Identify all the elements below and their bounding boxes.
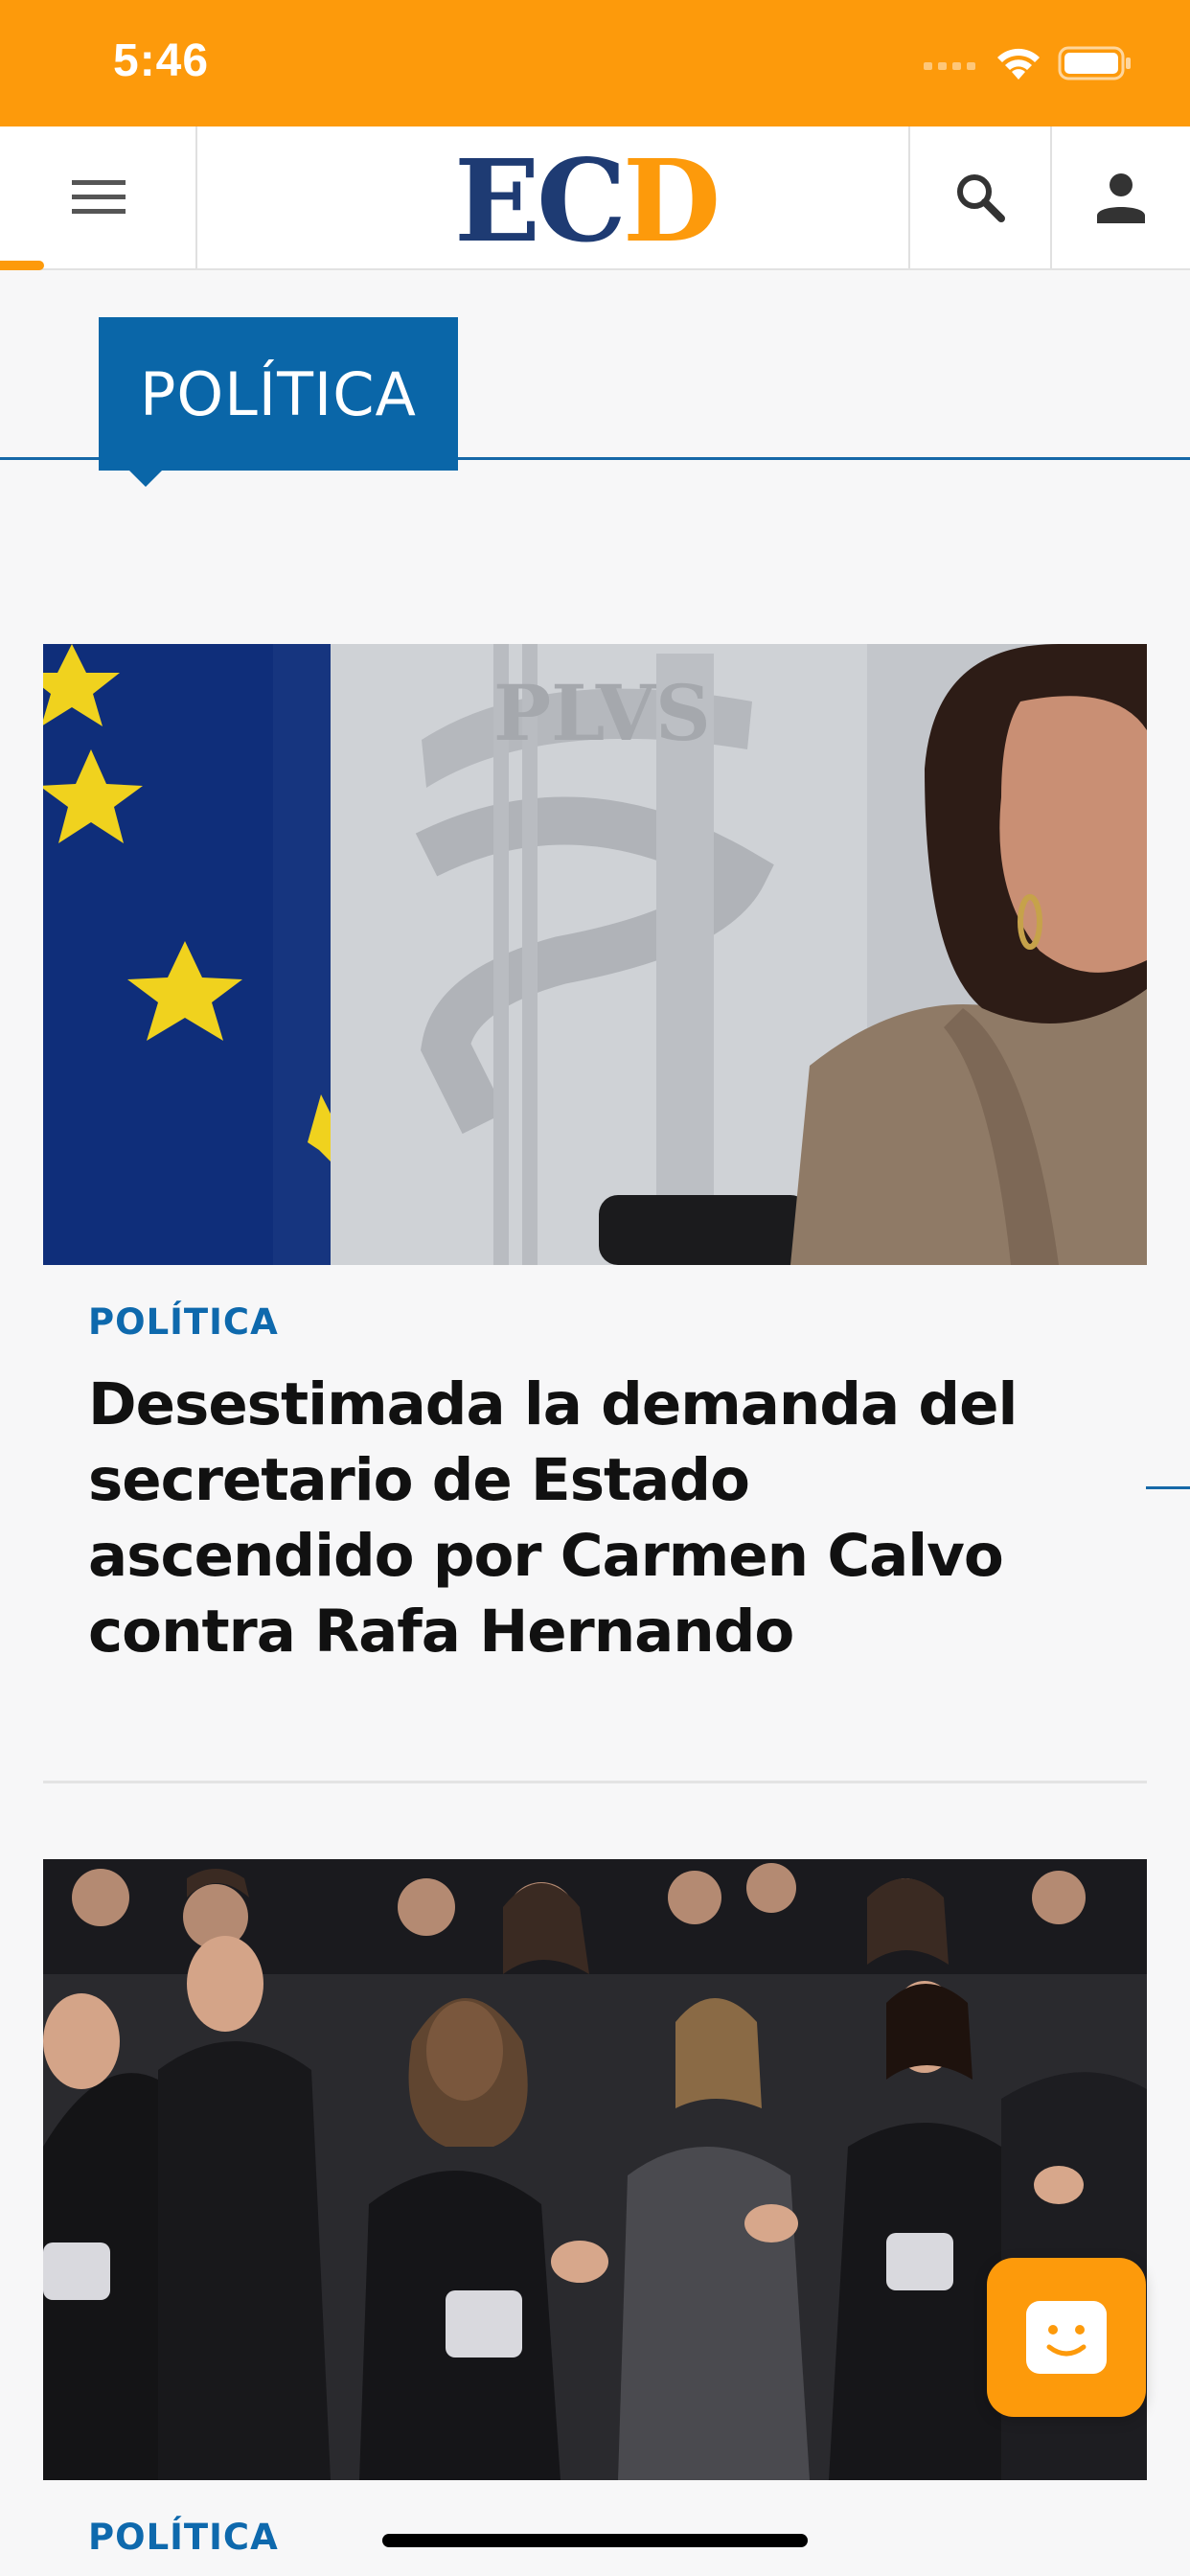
article-separator [43, 1781, 1147, 1783]
app-header: EC D [0, 126, 1190, 270]
photo-group-in-robes-applauding [43, 1859, 1147, 2480]
search-icon [957, 174, 1005, 222]
article-image[interactable]: PLVS [43, 644, 1147, 1265]
photo-eu-flag-woman: PLVS [43, 644, 1147, 1265]
svg-text:PLVS: PLVS [493, 668, 711, 758]
home-indicator [382, 2534, 808, 2547]
smiley-chat-icon [1026, 2301, 1107, 2374]
section-title-tab: POLÍTICA [99, 317, 458, 471]
menu-icon [72, 180, 126, 214]
status-bar: 5:46 [0, 0, 1190, 126]
ecd-logo[interactable]: EC D [454, 145, 721, 258]
user-profile-button[interactable] [1052, 126, 1190, 268]
article-category[interactable]: POLÍTICA [88, 1301, 279, 1343]
battery-icon [1058, 46, 1131, 80]
article-category[interactable]: POLÍTICA [88, 2517, 279, 2558]
menu-button[interactable] [0, 126, 197, 268]
section-tab-pointer [128, 470, 163, 487]
article-title[interactable]: Desestimada la demanda del secretario de… [88, 1367, 1065, 1669]
search-button[interactable] [910, 126, 1050, 268]
status-time: 5:46 [113, 35, 210, 86]
carousel-side-indicator [1146, 1486, 1190, 1489]
logo-part-d: D [622, 134, 721, 267]
article-image[interactable] [43, 1859, 1147, 2480]
user-icon [1097, 173, 1145, 223]
status-icons [924, 42, 1133, 84]
cellular-signal-icon [924, 62, 975, 70]
logo-part-ec: EC [454, 134, 627, 267]
menu-active-indicator [0, 261, 44, 270]
chat-button[interactable] [987, 2258, 1146, 2417]
header-divider [195, 126, 197, 268]
wifi-icon [997, 48, 1040, 80]
